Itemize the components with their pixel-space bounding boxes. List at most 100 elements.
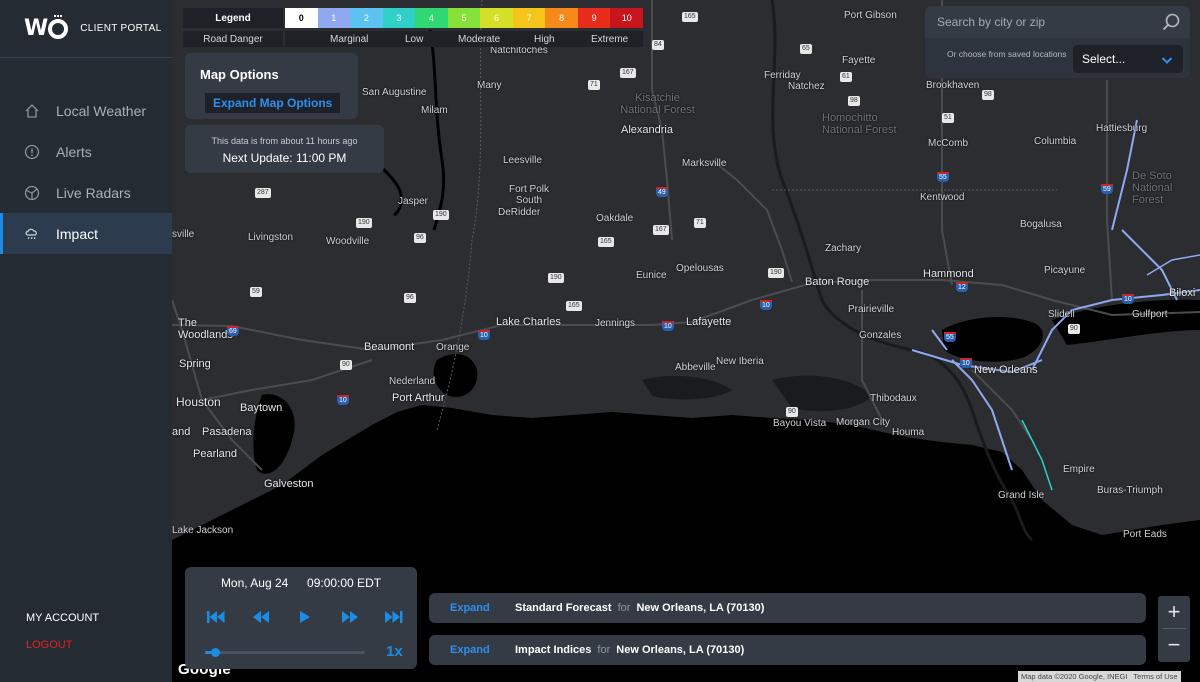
search-input[interactable] — [937, 12, 1157, 32]
legend: Legend 0 1 2 3 4 5 6 7 8 9 10 Road Danger Marginal… — [183, 6, 643, 47]
legend-swatch: 8 — [545, 8, 578, 28]
highway-shield-icon: 61 — [840, 72, 852, 82]
nav-label: Local Weather — [56, 102, 147, 119]
brand[interactable]: W CLIENT PORTAL — [0, 0, 172, 58]
map-options-title: Map Options — [200, 67, 279, 82]
highway-shield-icon: 90 — [786, 407, 798, 417]
map-city-label: Houma — [892, 427, 925, 438]
highway-shield-icon: 165 — [566, 301, 582, 311]
nav-menu: Local Weather Alerts Live Radars Impact — [0, 90, 172, 254]
skip-to-start-icon[interactable] — [205, 609, 227, 625]
nav-label: Live Radars — [56, 184, 131, 201]
zoom-out-button[interactable]: − — [1158, 629, 1190, 661]
nav-item-alerts[interactable]: Alerts — [0, 131, 172, 172]
nav-item-local-weather[interactable]: Local Weather — [0, 90, 172, 131]
highway-shield-icon: 190 — [548, 273, 564, 283]
map-city-label: Morgan City — [836, 417, 890, 428]
rewind-icon[interactable] — [250, 609, 272, 625]
timeline-slider-handle[interactable] — [210, 648, 220, 657]
map-city-label: and — [172, 426, 191, 438]
map-city-label: Jennings — [595, 318, 636, 329]
map-city-label: New Orleans — [974, 364, 1038, 376]
map-city-label: Galveston — [264, 478, 314, 490]
interstate-shield-icon: 59 — [1101, 184, 1113, 194]
search-icon[interactable] — [1162, 13, 1180, 36]
map-city-label: Leesville — [503, 155, 542, 166]
highway-shield-icon: 190 — [356, 218, 372, 228]
interstate-shield-icon: 10 — [337, 395, 349, 405]
playback-speed-button[interactable]: 1x — [386, 643, 403, 660]
highway-shield-icon: 98 — [982, 90, 994, 100]
expand-map-options-button[interactable]: Expand Map Options — [205, 93, 341, 113]
forecast-bar-location: New Orleans, LA (70130) — [636, 602, 765, 614]
chevron-down-icon — [1161, 54, 1173, 68]
map-city-label: The Woodlands — [178, 317, 233, 341]
interstate-shield-icon: 55 — [944, 332, 956, 342]
map-city-label: Spring — [179, 358, 211, 370]
highway-shield-icon: 71 — [694, 218, 706, 228]
terms-of-use-link[interactable]: Terms of Use — [1133, 672, 1177, 681]
map-city-label: Jasper — [398, 196, 429, 207]
expand-standard-forecast-button[interactable]: Expand — [450, 602, 515, 614]
fast-forward-icon[interactable] — [339, 609, 361, 625]
nav-item-live-radars[interactable]: Live Radars — [0, 172, 172, 213]
interstate-shield-icon: 10 — [760, 300, 772, 310]
interstate-shield-icon: 10 — [662, 321, 674, 331]
map-city-label: Bogalusa — [1020, 219, 1062, 230]
legend-swatch: 2 — [350, 8, 383, 28]
map-city-label: Columbia — [1034, 136, 1077, 147]
highway-shield-icon: 90 — [340, 360, 352, 370]
impact-indices-bar: Expand Impact Indices for New Orleans, L… — [429, 635, 1146, 665]
select-value: Select... — [1082, 52, 1126, 66]
highway-shield-icon: 190 — [433, 210, 449, 220]
legend-swatch: 5 — [447, 8, 481, 28]
map-city-label: Orange — [436, 342, 470, 353]
skip-to-end-icon[interactable] — [383, 609, 405, 625]
map-city-label: Nederland — [389, 376, 436, 387]
saved-locations-select[interactable]: Select... — [1073, 45, 1183, 73]
map-city-label: Fort Polk South — [509, 184, 550, 206]
timeline-slider[interactable] — [205, 648, 365, 657]
map-city-label: Biloxi — [1169, 287, 1196, 299]
map-city-label: Gulfport — [1132, 309, 1168, 320]
map-city-label: Hammond — [923, 268, 974, 280]
interstate-shield-icon: 55 — [937, 172, 949, 182]
nav-item-impact[interactable]: Impact — [0, 213, 172, 254]
timeline-time: 09:00:00 EDT — [307, 576, 382, 590]
map-city-label: Zachary — [825, 243, 862, 254]
map-city-label: Houston — [176, 395, 221, 409]
map-city-label: Thibodaux — [870, 393, 917, 404]
zoom-control: + − — [1158, 596, 1190, 662]
zoom-in-button[interactable]: + — [1158, 596, 1190, 628]
next-update-text: Next Update: 11:00 PM — [222, 151, 347, 165]
legend-caption: Marginal — [330, 33, 369, 45]
legend-caption: Road Danger — [183, 31, 283, 47]
legend-title: Legend — [183, 8, 283, 28]
playback-controls — [205, 609, 405, 625]
map-city-label: Oakdale — [596, 213, 634, 224]
logout-link[interactable]: LOGOUT — [26, 639, 72, 651]
expand-impact-indices-button[interactable]: Expand — [450, 644, 515, 656]
map-city-label: Ferriday — [764, 70, 801, 81]
my-account-link[interactable]: MY ACCOUNT — [26, 612, 99, 624]
interstate-shield-icon: 12 — [956, 282, 968, 292]
map-city-label: McComb — [928, 138, 969, 149]
brand-logo: W — [24, 14, 69, 41]
interstate-shield-icon: 69 — [227, 326, 239, 336]
map-city-label: Prairieville — [848, 304, 895, 315]
map-options-panel: Map Options Expand Map Options — [185, 53, 358, 119]
saved-locations-hint: Or choose from saved locations — [947, 49, 1067, 59]
play-icon[interactable] — [294, 609, 316, 625]
map-city-label: Many — [477, 80, 502, 91]
map-city-label: Slidell — [1048, 309, 1075, 320]
map-city-label: Grand Isle — [998, 490, 1045, 501]
highway-shield-icon: 96 — [414, 233, 426, 243]
map-city-label: Lake Charles — [496, 316, 561, 328]
highway-shield-icon: 51 — [942, 113, 954, 123]
data-update-panel: This data is from about 11 hours ago Nex… — [185, 125, 384, 173]
forecast-bar-title: Standard Forecast — [515, 602, 612, 614]
forecast-bar-for: for — [617, 602, 631, 614]
map-city-label: Marksville — [682, 158, 727, 169]
legend-swatch: 1 — [317, 8, 351, 28]
legend-caption: Moderate — [458, 33, 501, 45]
